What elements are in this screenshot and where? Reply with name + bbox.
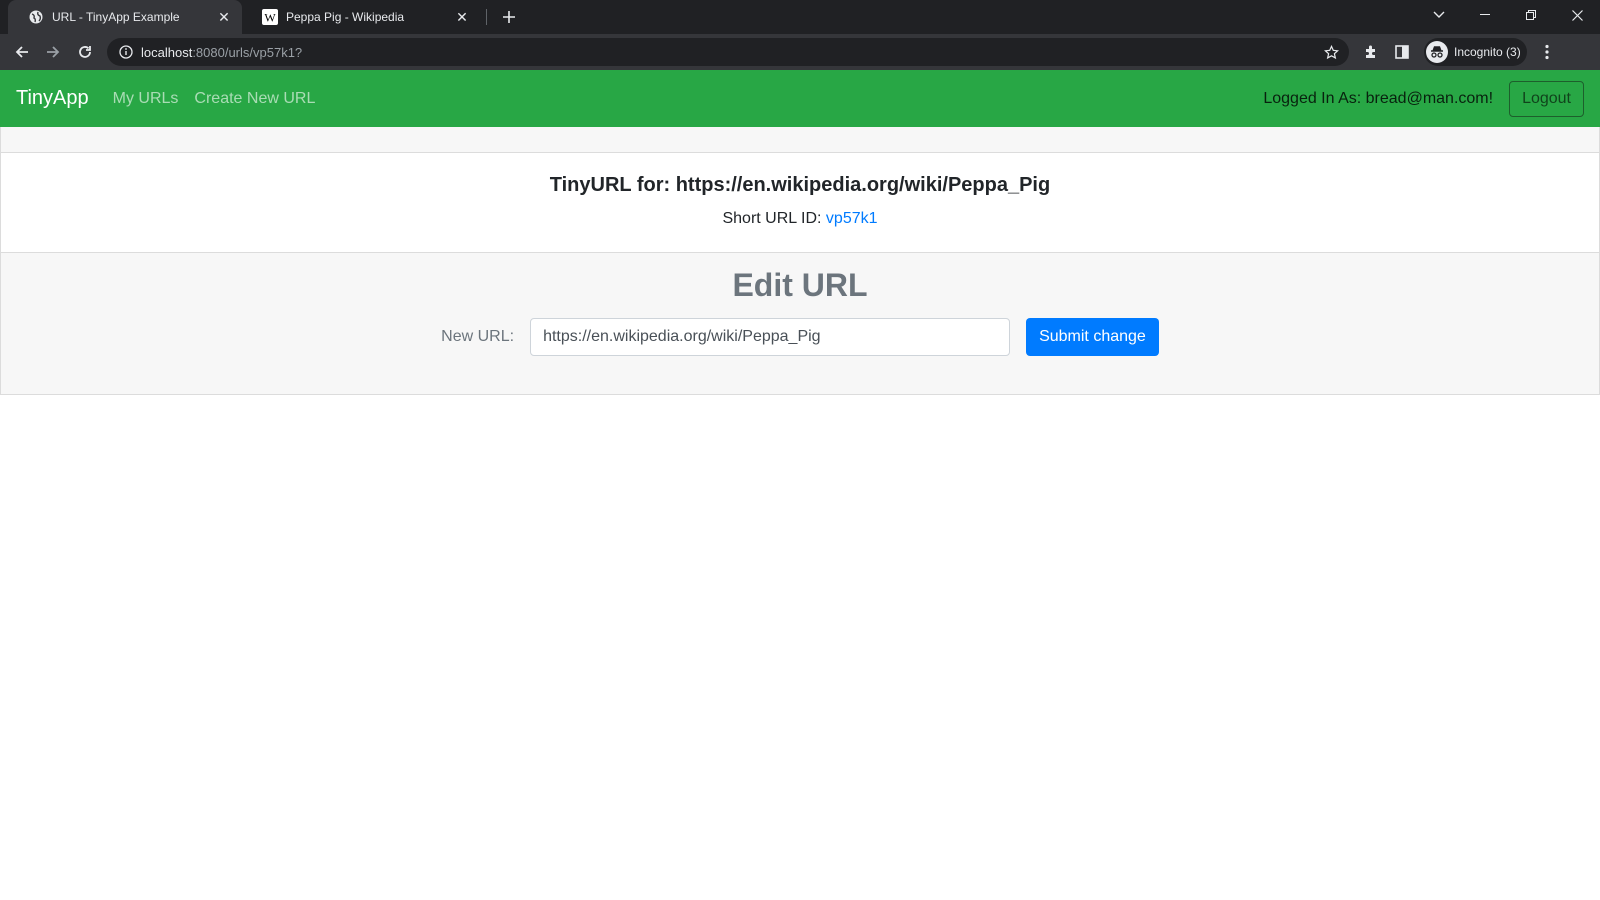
brand-link[interactable]: TinyApp: [16, 87, 89, 110]
short-url-link[interactable]: vp57k1: [826, 210, 878, 227]
tab-tinyapp[interactable]: URL - TinyApp Example ✕: [8, 0, 242, 34]
bookmark-star-icon[interactable]: [1321, 42, 1341, 62]
tab-title: Peppa Pig - Wikipedia: [286, 10, 405, 24]
logout-button[interactable]: Logout: [1509, 80, 1584, 117]
browser-tab-strip: URL - TinyApp Example ✕ W Peppa Pig - Wi…: [0, 0, 1600, 34]
new-url-input[interactable]: [530, 318, 1011, 356]
browser-menu-icon[interactable]: [1533, 38, 1561, 66]
nav-my-urls[interactable]: My URLs: [113, 90, 179, 108]
tab-search-icon[interactable]: [1416, 0, 1462, 30]
logged-in-text: Logged In As: bread@man.com!: [1263, 89, 1494, 107]
restore-icon[interactable]: [1508, 0, 1554, 30]
svg-text:W: W: [264, 11, 276, 25]
tab-wikipedia[interactable]: W Peppa Pig - Wikipedia ✕: [242, 0, 480, 34]
tab-separator: [486, 9, 487, 25]
extensions-icon[interactable]: [1357, 38, 1385, 66]
forward-icon[interactable]: [39, 38, 67, 66]
side-panel-icon[interactable]: [1388, 38, 1416, 66]
submit-change-button[interactable]: Submit change: [1026, 318, 1159, 356]
navbar-user-area: Logged In As: bread@man.com! Logout: [1263, 80, 1584, 117]
short-url-info: Short URL ID: vp57k1: [1, 210, 1599, 228]
back-icon[interactable]: [8, 38, 36, 66]
browser-toolbar: localhost:8080/urls/vp57k1? Incognito (3…: [0, 34, 1600, 70]
new-tab-icon[interactable]: [497, 5, 521, 29]
edit-url-form: New URL: Submit change: [1, 318, 1599, 356]
app-navbar: TinyApp My URLs Create New URL Logged In…: [0, 70, 1600, 127]
wikipedia-icon: W: [262, 9, 278, 25]
close-tab-icon[interactable]: ✕: [216, 9, 232, 25]
card-body: TinyURL for: https://en.wikipedia.org/wi…: [1, 153, 1599, 253]
card-title: TinyURL for: https://en.wikipedia.org/wi…: [549, 174, 1051, 196]
site-info-icon[interactable]: [117, 43, 135, 61]
close-tab-icon[interactable]: ✕: [454, 9, 470, 25]
address-host: localhost: [141, 44, 193, 60]
globe-icon: [28, 9, 44, 25]
url-card: TinyURL for: https://en.wikipedia.org/wi…: [0, 127, 1600, 395]
reload-icon[interactable]: [71, 38, 99, 66]
edit-url-heading: Edit URL: [732, 267, 868, 303]
card-header: [1, 127, 1599, 153]
new-url-label: New URL:: [441, 328, 515, 345]
address-path: :8080/urls/vp57k1?: [192, 44, 303, 60]
close-window-icon[interactable]: [1554, 0, 1600, 30]
nav-create-new-url[interactable]: Create New URL: [194, 90, 315, 108]
tab-title: URL - TinyApp Example: [52, 10, 180, 24]
incognito-icon: [1426, 41, 1448, 63]
minimize-icon[interactable]: [1462, 0, 1508, 30]
card-footer: Edit URL New URL: Submit change: [1, 253, 1599, 394]
address-bar[interactable]: localhost:8080/urls/vp57k1?: [107, 38, 1349, 66]
incognito-profile-button[interactable]: Incognito (3): [1424, 38, 1527, 66]
short-url-label: Short URL ID:: [722, 210, 826, 227]
incognito-label: Incognito (3): [1454, 45, 1521, 59]
